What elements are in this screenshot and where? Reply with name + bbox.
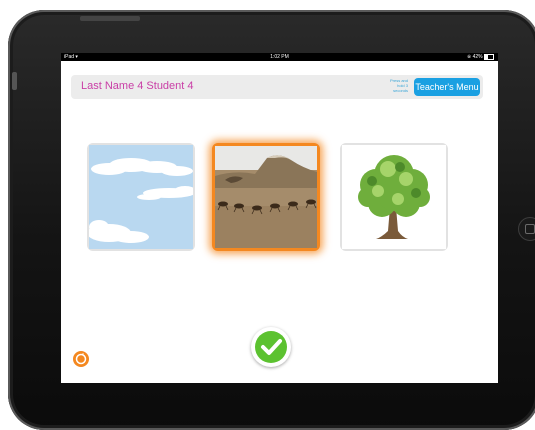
battery-icon — [484, 53, 494, 60]
home-button[interactable] — [518, 217, 535, 241]
choice-card-sky[interactable] — [87, 143, 195, 251]
student-name: Last Name 4 Student 4 — [81, 80, 194, 92]
confirm-button[interactable] — [251, 327, 291, 367]
teacher-menu-button[interactable]: Teacher's Menu — [414, 78, 480, 96]
sky-clouds-image — [89, 145, 193, 249]
status-bar: iPad ▾ 1:02 PM ※ 42% — [61, 53, 498, 61]
reset-button[interactable] — [73, 351, 89, 367]
home-square-icon — [525, 224, 535, 234]
status-time: 1:02 PM — [270, 54, 289, 60]
top-button — [80, 16, 140, 21]
choice-card-ants[interactable] — [212, 143, 320, 251]
battery-percent: 42% — [472, 54, 483, 60]
status-battery: ※ 42% — [467, 53, 494, 61]
bluetooth-icon: ※ — [467, 54, 472, 60]
app-screen: iPad ▾ 1:02 PM ※ 42% Last Name 4 Student… — [61, 53, 498, 383]
volume-button — [12, 72, 17, 90]
press-hold-line-3: seconds — [393, 88, 408, 93]
header-bar: Last Name 4 Student 4 Press and hold 3 s… — [71, 75, 483, 99]
checkmark-icon — [255, 331, 287, 363]
ants-anthill-image — [215, 146, 317, 248]
press-hold-hint: Press and hold 3 seconds — [368, 78, 408, 93]
tree-image — [342, 145, 446, 249]
reset-icon — [75, 353, 87, 365]
choice-card-tree[interactable] — [340, 143, 448, 251]
